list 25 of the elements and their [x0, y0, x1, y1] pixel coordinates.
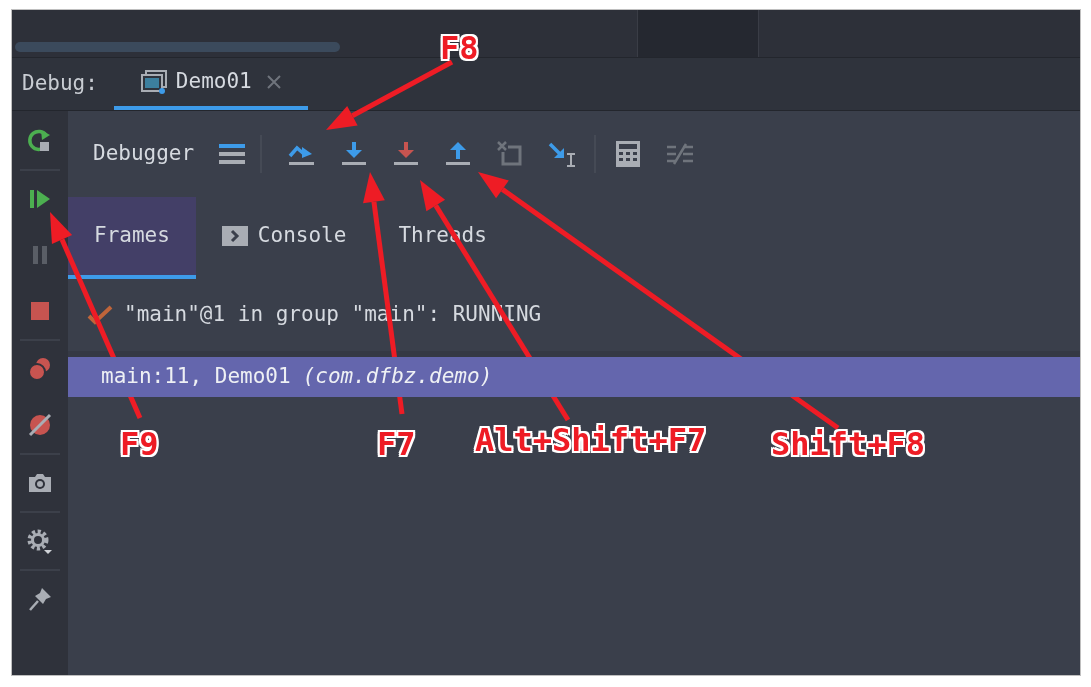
- mute-breakpoints-icon[interactable]: [26, 411, 54, 439]
- frame-row[interactable]: main:11, Demo01 (com.dfbz.demo): [68, 357, 1080, 397]
- tab[interactable]: Frames: [68, 197, 196, 279]
- window-icon: [139, 69, 170, 95]
- annotation-label: F9: [120, 428, 159, 460]
- tab-label: Frames: [94, 222, 170, 250]
- settings-icon[interactable]: [26, 527, 54, 555]
- frame-package: (com.dfbz.demo): [302, 363, 493, 391]
- annotation-label: F8: [440, 32, 479, 64]
- close-icon[interactable]: [265, 74, 282, 90]
- frame-location: main:11, Demo01: [101, 363, 291, 391]
- panel-label: Debug:: [22, 70, 98, 98]
- tab[interactable]: Console: [195, 197, 373, 279]
- pin-icon[interactable]: [26, 585, 54, 613]
- tab[interactable]: Demo01: [113, 58, 308, 110]
- menu-icon[interactable]: [218, 142, 247, 166]
- annotation-label: F7: [377, 428, 416, 460]
- tab-label: Demo01: [175, 68, 252, 96]
- checkmark-icon: [86, 304, 114, 326]
- annotation-label: Shift+F8: [771, 428, 926, 460]
- toolbar-title: Debugger: [93, 140, 195, 168]
- console-icon: [221, 226, 248, 246]
- tab-label: Console: [257, 222, 347, 250]
- annotation-label: Alt+Shift+F7: [475, 424, 707, 456]
- scrollbar[interactable]: [15, 42, 340, 52]
